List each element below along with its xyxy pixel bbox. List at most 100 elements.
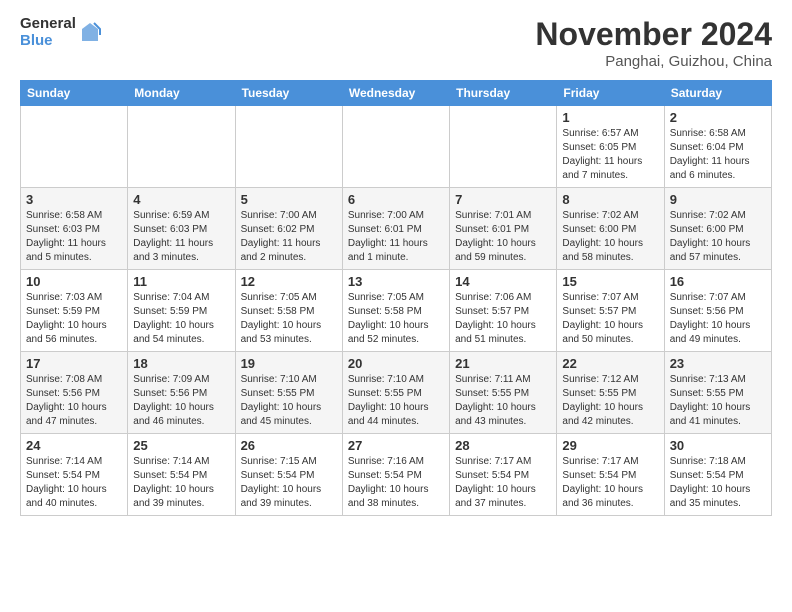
day-number: 4	[133, 192, 229, 207]
calendar-cell	[21, 106, 128, 188]
day-number: 16	[670, 274, 766, 289]
logo-icon	[78, 21, 102, 45]
day-info: Sunrise: 7:17 AM Sunset: 5:54 PM Dayligh…	[455, 455, 551, 511]
day-number: 8	[562, 192, 658, 207]
day-number: 15	[562, 274, 658, 289]
day-number: 3	[26, 192, 122, 207]
day-info: Sunrise: 7:14 AM Sunset: 5:54 PM Dayligh…	[133, 455, 229, 511]
header: General Blue November 2024 Panghai, Guiz…	[20, 16, 772, 70]
day-number: 21	[455, 356, 551, 371]
weekday-friday: Friday	[557, 81, 664, 106]
logo-text: General Blue	[20, 16, 76, 49]
day-number: 6	[348, 192, 444, 207]
calendar-cell: 4Sunrise: 6:59 AM Sunset: 6:03 PM Daylig…	[128, 188, 235, 270]
calendar-cell: 22 Sunrise: 7:12 AM Sunset: 5:55 PM Dayli…	[557, 352, 664, 434]
day-info: Sunrise: 7:13 AM Sunset: 5:55 PM Dayligh…	[670, 373, 766, 429]
weekday-tuesday: Tuesday	[235, 81, 342, 106]
day-number: 19	[241, 356, 337, 371]
location: Panghai, Guizhou, China	[535, 53, 772, 70]
weekday-saturday: Saturday	[664, 81, 771, 106]
weekday-wednesday: Wednesday	[342, 81, 449, 106]
day-info: Sunrise: 7:00 AM Sunset: 6:02 PM Dayligh…	[241, 209, 337, 265]
day-info: Sunrise: 7:04 AM Sunset: 5:59 PM Dayligh…	[133, 291, 229, 347]
weekday-monday: Monday	[128, 81, 235, 106]
day-info: Sunrise: 7:11 AM Sunset: 5:55 PM Dayligh…	[455, 373, 551, 429]
calendar-cell: 13 Sunrise: 7:05 AM Sunset: 5:58 PM Dayli…	[342, 270, 449, 352]
day-info: Sunrise: 7:15 AM Sunset: 5:54 PM Dayligh…	[241, 455, 337, 511]
day-info: Sunrise: 7:16 AM Sunset: 5:54 PM Dayligh…	[348, 455, 444, 511]
calendar-cell: 28 Sunrise: 7:17 AM Sunset: 5:54 PM Dayli…	[450, 434, 557, 516]
weekday-row: Sunday Monday Tuesday Wednesday Thursday…	[21, 81, 772, 106]
calendar-cell: 21 Sunrise: 7:11 AM Sunset: 5:55 PM Dayli…	[450, 352, 557, 434]
calendar-cell	[450, 106, 557, 188]
calendar-cell: 24Sunrise: 7:14 AM Sunset: 5:54 PM Dayli…	[21, 434, 128, 516]
page-container: General Blue November 2024 Panghai, Guiz…	[0, 0, 792, 532]
calendar-cell: 17Sunrise: 7:08 AM Sunset: 5:56 PM Dayli…	[21, 352, 128, 434]
day-number: 28	[455, 438, 551, 453]
day-number: 1	[562, 110, 658, 125]
weekday-thursday: Thursday	[450, 81, 557, 106]
calendar-week-1: 3Sunrise: 6:58 AM Sunset: 6:03 PM Daylig…	[21, 188, 772, 270]
calendar-cell: 25Sunrise: 7:14 AM Sunset: 5:54 PM Dayli…	[128, 434, 235, 516]
calendar-cell: 11 Sunrise: 7:04 AM Sunset: 5:59 PM Dayli…	[128, 270, 235, 352]
day-info: Sunrise: 7:12 AM Sunset: 5:55 PM Dayligh…	[562, 373, 658, 429]
calendar-cell: 12Sunrise: 7:05 AM Sunset: 5:58 PM Dayli…	[235, 270, 342, 352]
month-title: November 2024	[535, 16, 772, 53]
day-number: 18	[133, 356, 229, 371]
calendar-cell: 14Sunrise: 7:06 AM Sunset: 5:57 PM Dayli…	[450, 270, 557, 352]
day-number: 9	[670, 192, 766, 207]
calendar-cell: 15Sunrise: 7:07 AM Sunset: 5:57 PM Dayli…	[557, 270, 664, 352]
calendar-week-3: 17Sunrise: 7:08 AM Sunset: 5:56 PM Dayli…	[21, 352, 772, 434]
calendar-cell: 26 Sunrise: 7:15 AM Sunset: 5:54 PM Dayli…	[235, 434, 342, 516]
calendar-week-2: 10 Sunrise: 7:03 AM Sunset: 5:59 PM Dayli…	[21, 270, 772, 352]
day-number: 12	[241, 274, 337, 289]
calendar-cell: 16Sunrise: 7:07 AM Sunset: 5:56 PM Dayli…	[664, 270, 771, 352]
day-number: 2	[670, 110, 766, 125]
day-number: 26	[241, 438, 337, 453]
calendar-cell: 8 Sunrise: 7:02 AM Sunset: 6:00 PM Daylig…	[557, 188, 664, 270]
day-info: Sunrise: 7:05 AM Sunset: 5:58 PM Dayligh…	[348, 291, 444, 347]
day-info: Sunrise: 7:09 AM Sunset: 5:56 PM Dayligh…	[133, 373, 229, 429]
calendar-cell: 27 Sunrise: 7:16 AM Sunset: 5:54 PM Dayli…	[342, 434, 449, 516]
day-info: Sunrise: 7:02 AM Sunset: 6:00 PM Dayligh…	[562, 209, 658, 265]
calendar-cell: 2 Sunrise: 6:58 AM Sunset: 6:04 PM Daylig…	[664, 106, 771, 188]
day-number: 14	[455, 274, 551, 289]
calendar-cell: 7 Sunrise: 7:01 AM Sunset: 6:01 PM Daylig…	[450, 188, 557, 270]
day-number: 23	[670, 356, 766, 371]
calendar-cell: 9Sunrise: 7:02 AM Sunset: 6:00 PM Daylig…	[664, 188, 771, 270]
calendar-cell: 30Sunrise: 7:18 AM Sunset: 5:54 PM Dayli…	[664, 434, 771, 516]
calendar-week-4: 24Sunrise: 7:14 AM Sunset: 5:54 PM Dayli…	[21, 434, 772, 516]
logo: General Blue	[20, 16, 102, 49]
day-number: 27	[348, 438, 444, 453]
day-info: Sunrise: 7:14 AM Sunset: 5:54 PM Dayligh…	[26, 455, 122, 511]
logo-blue: Blue	[20, 33, 76, 50]
day-info: Sunrise: 6:57 AM Sunset: 6:05 PM Dayligh…	[562, 127, 658, 183]
calendar-cell: 18 Sunrise: 7:09 AM Sunset: 5:56 PM Dayli…	[128, 352, 235, 434]
day-number: 22	[562, 356, 658, 371]
calendar-cell: 3Sunrise: 6:58 AM Sunset: 6:03 PM Daylig…	[21, 188, 128, 270]
day-info: Sunrise: 6:58 AM Sunset: 6:04 PM Dayligh…	[670, 127, 766, 183]
day-number: 30	[670, 438, 766, 453]
day-number: 5	[241, 192, 337, 207]
calendar-cell: 19 Sunrise: 7:10 AM Sunset: 5:55 PM Dayli…	[235, 352, 342, 434]
day-number: 10	[26, 274, 122, 289]
day-number: 13	[348, 274, 444, 289]
day-info: Sunrise: 7:17 AM Sunset: 5:54 PM Dayligh…	[562, 455, 658, 511]
day-number: 11	[133, 274, 229, 289]
day-info: Sunrise: 7:03 AM Sunset: 5:59 PM Dayligh…	[26, 291, 122, 347]
calendar-cell: 1 Sunrise: 6:57 AM Sunset: 6:05 PM Daylig…	[557, 106, 664, 188]
day-number: 17	[26, 356, 122, 371]
calendar-body: 1 Sunrise: 6:57 AM Sunset: 6:05 PM Daylig…	[21, 106, 772, 516]
calendar-cell: 29Sunrise: 7:17 AM Sunset: 5:54 PM Dayli…	[557, 434, 664, 516]
day-info: Sunrise: 7:10 AM Sunset: 5:55 PM Dayligh…	[241, 373, 337, 429]
calendar-table: Sunday Monday Tuesday Wednesday Thursday…	[20, 80, 772, 516]
weekday-sunday: Sunday	[21, 81, 128, 106]
day-number: 7	[455, 192, 551, 207]
calendar-cell: 10 Sunrise: 7:03 AM Sunset: 5:59 PM Dayli…	[21, 270, 128, 352]
calendar-cell: 5 Sunrise: 7:00 AM Sunset: 6:02 PM Daylig…	[235, 188, 342, 270]
calendar-cell	[235, 106, 342, 188]
title-block: November 2024 Panghai, Guizhou, China	[535, 16, 772, 70]
calendar-cell: 20Sunrise: 7:10 AM Sunset: 5:55 PM Dayli…	[342, 352, 449, 434]
calendar-header: Sunday Monday Tuesday Wednesday Thursday…	[21, 81, 772, 106]
day-info: Sunrise: 7:01 AM Sunset: 6:01 PM Dayligh…	[455, 209, 551, 265]
